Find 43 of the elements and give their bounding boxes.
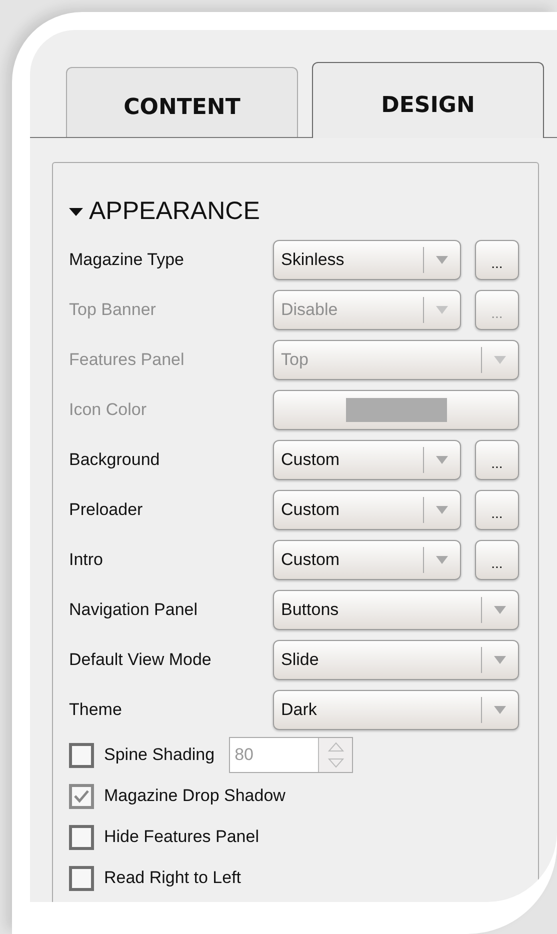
dropdown-arrow-icon	[436, 256, 448, 264]
dropdown[interactable]: Buttons	[273, 590, 519, 630]
dropdown[interactable]: Custom	[273, 540, 461, 580]
dropdown-arrow-icon	[436, 506, 448, 514]
checkbox-label[interactable]: Magazine Drop Shadow	[104, 783, 286, 809]
dropdown-arrow-icon	[436, 456, 448, 464]
checkbox[interactable]	[69, 742, 94, 768]
color-picker-button[interactable]	[273, 390, 519, 430]
setting-label: Intro	[69, 548, 104, 571]
setting-label: Top Banner	[69, 298, 157, 321]
tab[interactable]: DESIGN	[312, 62, 544, 138]
setting-label: Background	[69, 448, 161, 471]
setting-label: Theme	[69, 698, 123, 721]
more-button[interactable]: ...	[475, 540, 519, 580]
setting-label: Features Panel	[69, 348, 186, 371]
section-title[interactable]: APPEARANCE	[89, 193, 260, 230]
setting-label: Preloader	[69, 498, 144, 521]
dropdown[interactable]: Slide	[273, 640, 519, 680]
dropdown[interactable]: Custom	[273, 440, 461, 480]
setting-label: Magazine Type	[69, 248, 185, 271]
setting-label: Navigation Panel	[69, 598, 199, 621]
dropdown-arrow-icon	[436, 306, 448, 314]
dropdown[interactable]: Custom	[273, 490, 461, 530]
more-button[interactable]: ...	[475, 440, 519, 480]
dropdown-arrow-icon	[436, 556, 448, 564]
checkbox[interactable]	[69, 784, 94, 808]
more-button[interactable]: ...	[475, 240, 519, 280]
dropdown[interactable]: Dark	[273, 690, 519, 730]
dropdown-arrow-icon	[494, 356, 506, 364]
collapse-triangle-icon[interactable]	[69, 206, 83, 217]
dropdown-arrow-icon	[494, 656, 506, 664]
checkbox[interactable]	[69, 866, 94, 890]
dropdown[interactable]: Skinless	[273, 240, 461, 280]
setting-label: Icon Color	[69, 398, 148, 421]
tab[interactable]: CONTENT	[66, 67, 298, 137]
checkbox-label[interactable]: Spine Shading	[104, 742, 215, 768]
more-button[interactable]: ...	[475, 490, 519, 530]
checkbox[interactable]	[69, 824, 94, 850]
checkbox-label[interactable]: Hide Features Panel	[104, 824, 259, 850]
dropdown-arrow-icon	[494, 606, 506, 614]
checkbox-label[interactable]: Read Right to Left	[104, 865, 242, 891]
dropdown-arrow-icon	[494, 706, 506, 714]
setting-label: Default View Mode	[69, 648, 212, 671]
